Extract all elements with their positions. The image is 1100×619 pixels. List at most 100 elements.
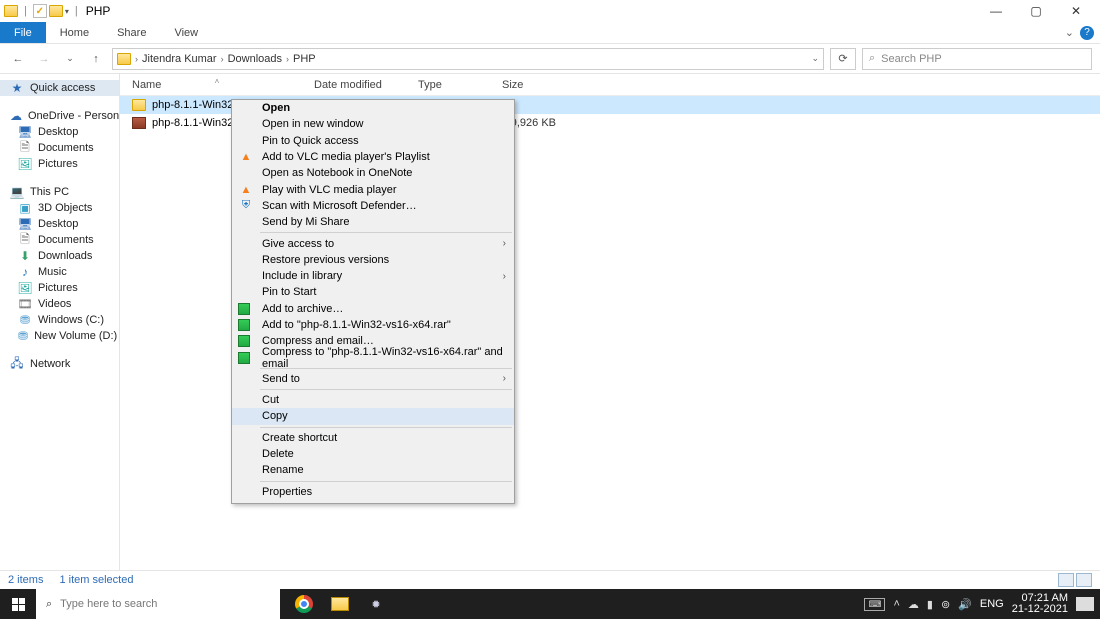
ctx-pin-start[interactable]: Pin to Start [232,284,514,300]
nav-quick-access[interactable]: ★Quick access [0,80,119,96]
nav-desktop[interactable]: 🖥Desktop [0,216,119,232]
start-button[interactable] [0,589,36,619]
ctx-send-to[interactable]: Send to› [232,371,514,387]
nav-music[interactable]: ♪Music [0,264,119,280]
tray-clock[interactable]: 07:21 AM 21-12-2021 [1012,593,1068,615]
taskbar-search[interactable]: ⌕ Type here to search [36,589,280,619]
col-date[interactable]: Date modified [308,79,412,91]
ctx-add-archive[interactable]: Add to archive… [232,301,514,317]
tray-language[interactable]: ENG [980,598,1004,610]
qat-dropdown-icon[interactable]: ▾ [65,7,69,16]
nav-recent-dropdown[interactable]: ⌄ [60,49,80,69]
col-size[interactable]: Size [496,79,556,91]
refresh-button[interactable]: ⟳ [830,48,856,70]
col-name[interactable]: Name˄ [126,79,308,91]
crumb-php[interactable]: PHP [293,53,316,65]
tab-file[interactable]: File [0,22,46,43]
crumb-downloads[interactable]: Downloads [228,53,282,65]
crumb-user[interactable]: Jitendra Kumar [142,53,217,65]
ctx-delete[interactable]: Delete [232,446,514,462]
search-icon: ⌕ [869,52,875,65]
windows-logo-icon [12,598,25,611]
tray-volume-icon[interactable]: 🔊 [958,598,972,611]
taskbar-chrome[interactable] [286,589,322,619]
qat-properties-icon[interactable]: ✓ [33,4,47,18]
qat-newfolder-icon[interactable] [49,5,63,17]
nav-back-button[interactable]: ← [8,49,28,69]
ctx-compress-to-email[interactable]: Compress to "php-8.1.1-Win32-vs16-x64.ra… [232,349,514,365]
close-button[interactable]: ✕ [1056,0,1096,22]
ribbon-toggle-icon[interactable]: ⌄ [1065,26,1074,39]
ctx-properties[interactable]: Properties [232,484,514,500]
ctx-mi-share[interactable]: Send by Mi Share [232,214,514,230]
tray-battery-icon[interactable]: ▮ [927,598,933,611]
nav-pictures[interactable]: 🖼Pictures [0,280,119,296]
ctx-defender[interactable]: ⛨Scan with Microsoft Defender… [232,198,514,214]
winrar-icon [238,335,250,347]
ctx-add-rar[interactable]: Add to "php-8.1.1-Win32-vs16-x64.rar" [232,317,514,333]
ctx-copy[interactable]: Copy [232,408,514,424]
tray-chevron-up-icon[interactable]: ˄ [893,598,899,610]
minimize-button[interactable]: — [976,0,1016,22]
folder-icon [132,99,146,111]
nav-drive-d[interactable]: ⛃New Volume (D:) [0,328,119,344]
nav-onedrive-desktop[interactable]: 🖥Desktop [0,124,119,140]
ctx-restore-previous[interactable]: Restore previous versions [232,252,514,268]
tab-share[interactable]: Share [103,22,160,43]
status-item-count: 2 items [8,574,43,586]
tab-view[interactable]: View [160,22,212,43]
tray-wifi-icon[interactable]: ⊚ [941,598,950,611]
tab-home[interactable]: Home [46,22,103,43]
nav-drive-c[interactable]: ⛃Windows (C:) [0,312,119,328]
nav-network[interactable]: 🖧Network [0,356,119,372]
taskbar-explorer[interactable] [322,589,358,619]
col-type[interactable]: Type [412,79,496,91]
chevron-right-icon: › [503,373,506,384]
maximize-button[interactable]: ▢ [1016,0,1056,22]
app-icon: ✹ [371,598,380,611]
ctx-open-new-window[interactable]: Open in new window [232,116,514,132]
ctx-include-library[interactable]: Include in library› [232,268,514,284]
system-tray: ⌨ ˄ ☁ ▮ ⊚ 🔊 ENG 07:21 AM 21-12-2021 [864,593,1100,615]
nav-up-button[interactable]: ↑ [86,49,106,69]
ctx-pin-quick-access[interactable]: Pin to Quick access [232,133,514,149]
search-box[interactable]: ⌕ Search PHP [862,48,1092,70]
nav-thispc[interactable]: 💻This PC [0,184,119,200]
nav-downloads[interactable]: ⬇Downloads [0,248,119,264]
touch-keyboard-icon[interactable]: ⌨ [864,598,885,611]
ctx-open[interactable]: Open [232,100,514,116]
nav-onedrive-pictures[interactable]: 🖼Pictures [0,156,119,172]
winrar-icon [238,319,250,331]
nav-onedrive[interactable]: ☁OneDrive - Personal [0,108,119,124]
ctx-create-shortcut[interactable]: Create shortcut [232,430,514,446]
context-menu: Open Open in new window Pin to Quick acc… [231,99,515,504]
chrome-icon [295,595,313,613]
nav-forward-button[interactable]: → [34,49,54,69]
view-large-button[interactable] [1076,573,1092,587]
winrar-icon [238,352,250,364]
tray-onedrive-icon[interactable]: ☁ [908,598,919,611]
column-headers[interactable]: Name˄ Date modified Type Size [120,74,1100,96]
window-title: PHP [86,4,111,18]
winrar-icon [238,303,250,315]
ctx-cut[interactable]: Cut [232,392,514,408]
view-details-button[interactable] [1058,573,1074,587]
nav-documents[interactable]: 🗎Documents [0,232,119,248]
nav-3dobjects[interactable]: ▣3D Objects [0,200,119,216]
nav-videos[interactable]: 🎞Videos [0,296,119,312]
ctx-onenote[interactable]: Open as Notebook in OneNote [232,165,514,181]
chevron-right-icon: › [503,271,506,282]
ctx-give-access[interactable]: Give access to› [232,235,514,251]
ctx-rename[interactable]: Rename [232,462,514,478]
nav-onedrive-documents[interactable]: 🗎Documents [0,140,119,156]
ctx-vlc-play[interactable]: ▲Play with VLC media player [232,181,514,197]
explorer-icon [331,597,349,611]
address-bar[interactable]: › Jitendra Kumar › Downloads › PHP ⌄ [112,48,824,70]
navigation-pane[interactable]: ★Quick access ☁OneDrive - Personal 🖥Desk… [0,74,120,570]
help-icon[interactable]: ? [1080,26,1094,40]
action-center-icon[interactable] [1076,597,1094,611]
taskbar-app[interactable]: ✹ [358,589,394,619]
address-dropdown-icon[interactable]: ⌄ [811,53,819,64]
title-bar: | ✓ ▾ | PHP — ▢ ✕ [0,0,1100,22]
ctx-vlc-playlist[interactable]: ▲Add to VLC media player's Playlist [232,149,514,165]
